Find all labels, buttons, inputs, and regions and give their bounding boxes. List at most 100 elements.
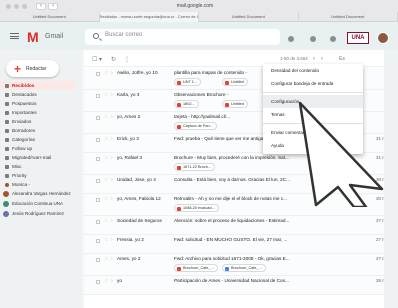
sidebar-item-important[interactable]: Importantes [0, 108, 82, 117]
attachment-chip[interactable]: Brochure_Cafe_... [174, 264, 218, 272]
label-icon [5, 137, 9, 142]
search-icon[interactable] [93, 33, 99, 39]
settings-menu-item[interactable]: Densidad del contenido [263, 64, 363, 77]
table-row[interactable]: ☆ › Sociedad de Seguros Atención: sobre el … [84, 216, 398, 235]
important-marker-icon[interactable]: › [111, 155, 113, 161]
table-row[interactable]: ☆ › Fressia, yo 2 Fwd: solicitud - EN MUCHO… [84, 235, 398, 254]
search-bar[interactable]: Buscar correo [85, 29, 280, 45]
attachment-chip[interactable]: Brochure_Cafe_... [222, 264, 266, 272]
tab-1[interactable]: Untitled Document [0, 12, 100, 22]
attachment-chip[interactable]: Captura de Pan... [174, 122, 217, 130]
important-marker-icon[interactable]: › [111, 177, 113, 183]
settings-gear-icon[interactable] [310, 36, 316, 42]
row-checkbox[interactable] [96, 138, 100, 142]
apps-grid-icon[interactable] [330, 36, 336, 42]
table-row[interactable]: ☆ › Ames, yo 2 Fwd: Archivo para solicitud … [84, 254, 398, 276]
avatar [5, 182, 9, 187]
star-icon[interactable]: ☆ [104, 218, 108, 224]
row-checkbox[interactable] [96, 116, 100, 120]
next-page-button[interactable]: › [321, 56, 323, 62]
important-marker-icon[interactable]: › [111, 70, 113, 76]
row-checkbox[interactable] [96, 198, 100, 202]
main-menu-icon[interactable] [10, 33, 19, 39]
important-marker-icon[interactable]: › [111, 196, 113, 202]
table-row[interactable]: ☆ › yo Participación de Ames - Universidad … [84, 276, 398, 295]
sidebar-item-inbox[interactable]: Recibidos [0, 81, 76, 90]
row-checkbox[interactable] [96, 258, 100, 262]
sidebar-item-sent[interactable]: Enviados [0, 117, 82, 126]
important-marker-icon[interactable]: › [111, 237, 113, 243]
email-sender: Sociedad de Seguros [117, 218, 162, 223]
email-sender: Awilio, Jotfre, yo 10 [117, 70, 158, 75]
star-icon[interactable]: ☆ [104, 177, 108, 183]
email-sender: Ames, yo 2 [117, 256, 141, 261]
draft-icon [5, 128, 9, 133]
gmail-logo-icon[interactable]: M [27, 29, 39, 45]
attachment-chip[interactable]: 1802... [174, 100, 199, 108]
attachment-chip[interactable]: 1088-20 evaluaci... [174, 204, 220, 212]
star-icon[interactable]: ☆ [104, 256, 108, 262]
more-options-icon[interactable]: ⋮ [124, 56, 130, 63]
star-icon[interactable]: ☆ [104, 136, 108, 142]
sidebar-item-follow-up[interactable]: Follow up [0, 144, 82, 153]
clock-icon [5, 101, 9, 106]
tab-gmail[interactable]: Recibidos - monsu.surfe.segunda@una.cr -… [99, 12, 199, 22]
star-icon[interactable]: ☆ [104, 70, 108, 76]
tab-4[interactable]: Untitled Document [299, 12, 398, 22]
organization-logo: UNA [347, 32, 369, 44]
folder-list: Recibidos Destacados Pospuestos Importan… [0, 81, 82, 219]
star-icon[interactable]: ☆ [104, 196, 108, 202]
sidebar-item-drafts[interactable]: Borradores [0, 126, 82, 135]
star-icon[interactable]: ☆ [104, 92, 108, 98]
sidebar-item-priority[interactable]: Priority [0, 171, 82, 180]
row-checkbox[interactable] [96, 72, 100, 76]
important-icon [5, 110, 9, 115]
chat-contact[interactable]: Jesús Rodríguez Ramírez [0, 209, 82, 219]
star-icon[interactable]: ☆ [104, 278, 108, 284]
sidebar-item-migrated[interactable]: Migrated/rvarr-mail [0, 153, 82, 162]
row-checkbox[interactable] [96, 280, 100, 284]
important-marker-icon[interactable]: › [111, 114, 113, 120]
sidebar: + Redactar Recibidos Destacados Pospuest… [0, 50, 82, 308]
sidebar-item-categories[interactable]: Categorías [0, 135, 82, 144]
important-marker-icon[interactable]: › [111, 218, 113, 224]
search-input[interactable]: Buscar correo [105, 32, 142, 38]
prev-page-button[interactable]: ‹ [313, 56, 315, 62]
row-checkbox[interactable] [96, 239, 100, 243]
sidebar-item-account[interactable]: Monica - [0, 180, 82, 189]
forward-button[interactable]: › [48, 3, 58, 10]
important-marker-icon[interactable]: › [111, 278, 113, 284]
row-checkbox[interactable] [96, 179, 100, 183]
input-tools-button[interactable]: Es [339, 56, 345, 62]
settings-menu-item[interactable]: Configurar bandeja de entrada [263, 77, 363, 90]
email-sender: yo, Rafael 3 [117, 155, 143, 160]
star-icon[interactable]: ☆ [104, 155, 108, 161]
attachment-chip[interactable]: 1671-22 Broch... [174, 163, 216, 171]
attachment-chip[interactable]: Untitled [222, 78, 248, 86]
address-bar[interactable]: mail.google.com [155, 2, 235, 10]
gmail-header: M Gmail Buscar correo UNA [0, 22, 398, 50]
chat-contact[interactable]: Educación Continua UNA [0, 199, 82, 209]
back-button[interactable]: ‹ [36, 3, 46, 10]
window-controls[interactable] [6, 4, 27, 9]
sidebar-item-starred[interactable]: Destacados [0, 90, 82, 99]
attachment-chip[interactable]: UNT 1... [174, 78, 202, 86]
support-icon[interactable] [288, 36, 294, 42]
select-all-checkbox[interactable]: ☐ ▾ [92, 56, 102, 63]
attachment-chip[interactable]: Untitled [222, 100, 248, 108]
row-checkbox[interactable] [96, 94, 100, 98]
row-checkbox[interactable] [96, 157, 100, 161]
important-marker-icon[interactable]: › [111, 136, 113, 142]
refresh-icon[interactable]: ↻ [111, 56, 116, 63]
important-marker-icon[interactable]: › [111, 256, 113, 262]
important-marker-icon[interactable]: › [111, 92, 113, 98]
row-checkbox[interactable] [96, 220, 100, 224]
sidebar-item-misc[interactable]: Misc [0, 162, 82, 171]
tab-3[interactable]: Untitled Document [199, 12, 299, 22]
account-avatar[interactable] [377, 32, 389, 44]
sidebar-item-snoozed[interactable]: Pospuestos [0, 99, 82, 108]
star-icon[interactable]: ☆ [104, 114, 108, 120]
chat-contact[interactable]: Alexandra Vargas Hernández [0, 189, 82, 199]
star-icon[interactable]: ☆ [104, 237, 108, 243]
compose-button[interactable]: + Redactar [6, 60, 59, 77]
